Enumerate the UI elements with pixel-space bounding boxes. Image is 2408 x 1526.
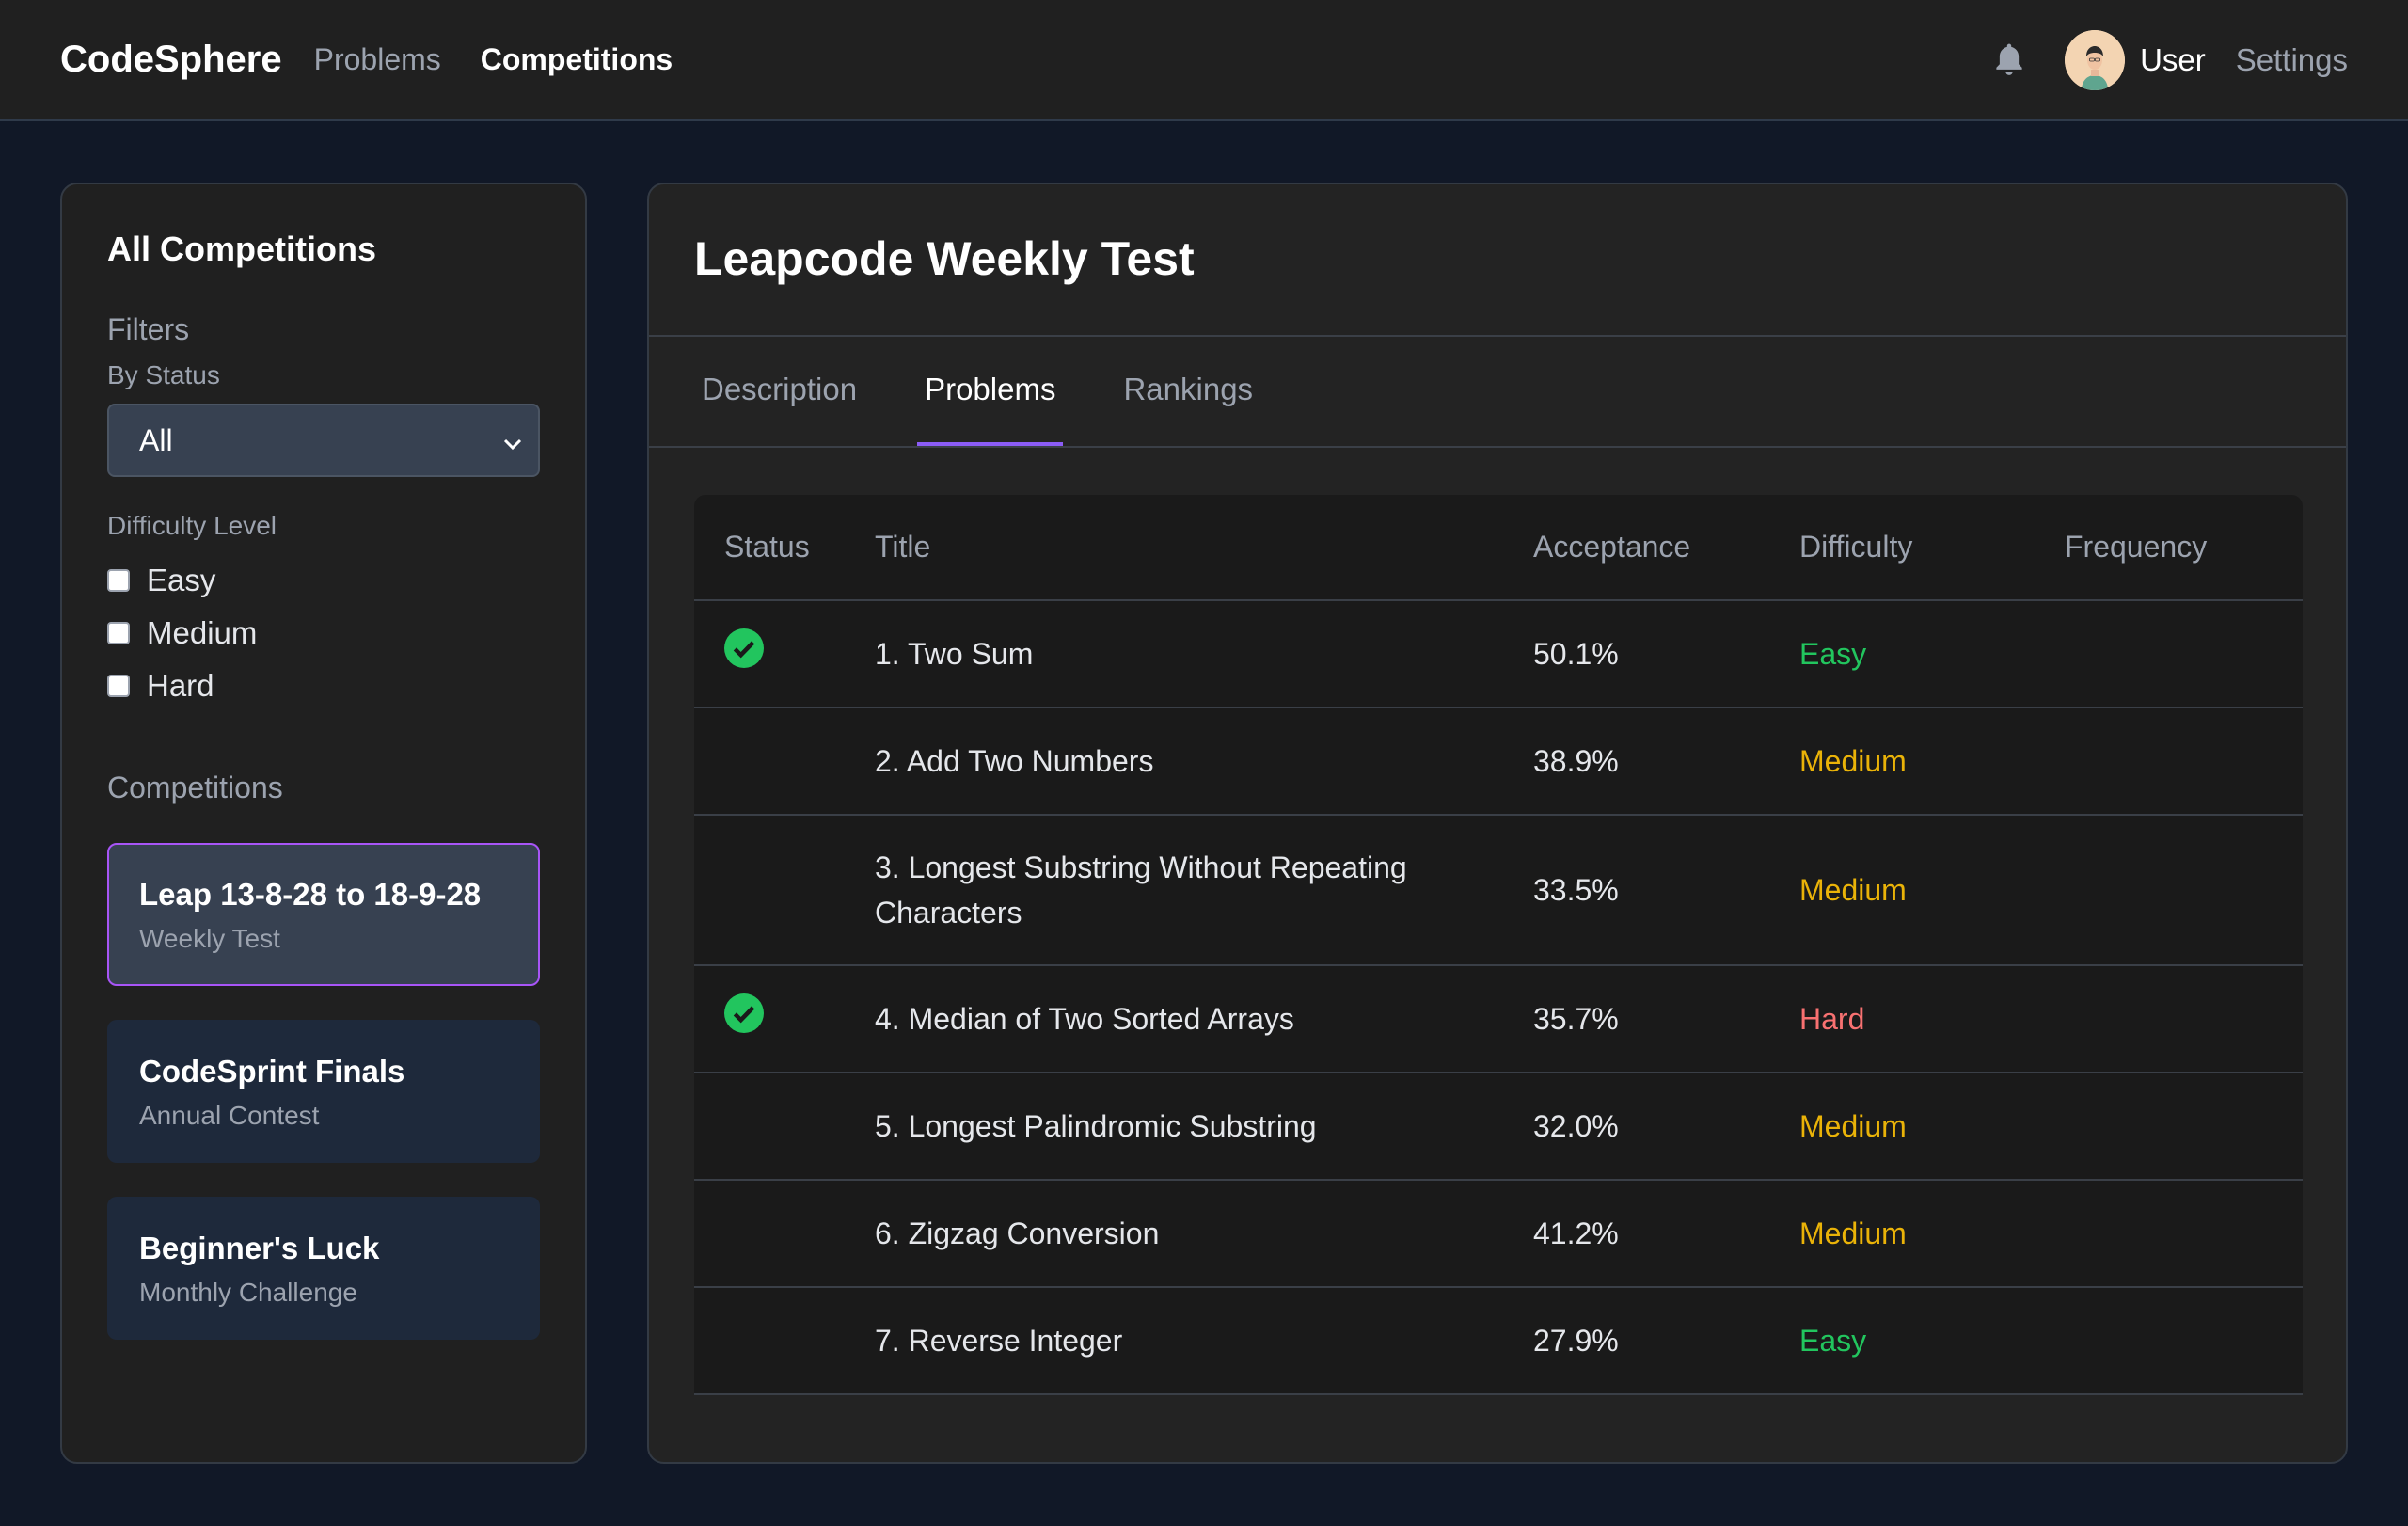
frequency-cell [2035,600,2303,708]
brand-logo[interactable]: CodeSphere [60,39,282,81]
easy-checkbox-label: Easy [147,563,216,597]
problem-title[interactable]: 1. Two Sum [845,600,1503,708]
competition-type: Weekly Test [139,924,280,953]
problem-title[interactable]: 5. Longest Palindromic Substring [845,1073,1503,1181]
competition-name: Leap 13-8-28 to 18-9-28 [139,877,482,912]
competition-name: CodeSprint Finals [139,1054,405,1089]
difficulty-label: Medium [1769,1180,2035,1288]
medium-checkbox-label: Medium [147,615,258,650]
competition-card-codesprint[interactable]: CodeSprint Finals Annual Contest [107,1020,540,1163]
status-cell [694,707,845,816]
easy-checkbox[interactable] [107,569,130,592]
status-cell [694,1180,845,1288]
acceptance-rate: 35.7% [1503,965,1769,1073]
status-cell [694,1287,845,1395]
frequency-cell [2035,707,2303,816]
difficulty-option-medium[interactable]: Medium [107,607,540,660]
acceptance-rate: 38.9% [1503,707,1769,816]
column-header-title[interactable]: Title [845,495,1503,601]
table-row[interactable]: 3. Longest Substring Without Repeating C… [694,815,2303,966]
status-cell [694,815,845,966]
competitions-sidebar: All Competitions Filters By Status All D… [60,183,587,1464]
hard-checkbox[interactable] [107,675,130,697]
tab-rankings[interactable]: Rankings [1116,337,1260,446]
nav-link-competitions[interactable]: Competitions [481,42,673,77]
tab-description[interactable]: Description [694,337,864,446]
acceptance-rate: 27.9% [1503,1287,1769,1395]
difficulty-filter-label: Difficulty Level [107,511,277,540]
competition-type: Monthly Challenge [139,1278,357,1307]
difficulty-label: Hard [1769,965,2035,1073]
table-row[interactable]: 2. Add Two Numbers 38.9% Medium [694,707,2303,816]
acceptance-rate: 41.2% [1503,1180,1769,1288]
status-cell [694,600,845,708]
tab-problems[interactable]: Problems [917,337,1064,446]
competition-type: Annual Contest [139,1101,320,1130]
status-filter-select[interactable]: All [107,404,540,477]
column-header-difficulty[interactable]: Difficulty [1769,495,2035,601]
status-filter-label: By Status [107,360,220,389]
acceptance-rate: 32.0% [1503,1073,1769,1181]
competition-header: Leapcode Weekly Test [649,184,2346,337]
status-cell [694,965,845,1073]
column-header-acceptance[interactable]: Acceptance [1503,495,1769,601]
frequency-cell [2035,815,2303,966]
competition-detail-panel: Leapcode Weekly Test Description Problem… [647,183,2348,1464]
column-header-frequency[interactable]: Frequency [2035,495,2303,601]
column-header-status[interactable]: Status [694,495,845,601]
problem-title[interactable]: 6. Zigzag Conversion [845,1180,1503,1288]
sidebar-title: All Competitions [107,230,376,268]
status-cell [694,1073,845,1181]
difficulty-label: Easy [1769,1287,2035,1395]
page-title: Leapcode Weekly Test [694,232,1195,285]
status-filter-value: All [139,422,173,457]
settings-link[interactable]: Settings [2236,42,2348,78]
competition-card-beginners-luck[interactable]: Beginner's Luck Monthly Challenge [107,1197,540,1340]
table-row[interactable]: 7. Reverse Integer 27.9% Easy [694,1287,2303,1395]
bell-icon[interactable] [1988,39,2031,82]
frequency-cell [2035,1287,2303,1395]
competitions-heading: Competitions [107,771,283,804]
difficulty-option-hard[interactable]: Hard [107,660,540,712]
acceptance-rate: 33.5% [1503,815,1769,966]
solved-check-icon [724,993,764,1033]
hard-checkbox-label: Hard [147,668,214,703]
frequency-cell [2035,1180,2303,1288]
nav-link-problems[interactable]: Problems [314,42,441,77]
medium-checkbox[interactable] [107,622,130,644]
problem-title[interactable]: 7. Reverse Integer [845,1287,1503,1395]
problem-title[interactable]: 2. Add Two Numbers [845,707,1503,816]
filters-heading: Filters [107,312,190,346]
difficulty-label: Easy [1769,600,2035,708]
acceptance-rate: 50.1% [1503,600,1769,708]
problems-table: Status Title Acceptance Difficulty Frequ… [694,495,2303,1395]
competition-card-leap[interactable]: Leap 13-8-28 to 18-9-28 Weekly Test [107,843,540,986]
table-row[interactable]: 1. Two Sum 50.1% Easy [694,600,2303,708]
problems-table-container: Status Title Acceptance Difficulty Frequ… [694,495,2303,1395]
difficulty-option-easy[interactable]: Easy [107,554,540,607]
table-row[interactable]: 4. Median of Two Sorted Arrays 35.7% Har… [694,965,2303,1073]
table-row[interactable]: 6. Zigzag Conversion 41.2% Medium [694,1180,2303,1288]
solved-check-icon [724,628,764,668]
user-menu-label[interactable]: User [2140,42,2206,78]
table-row[interactable]: 5. Longest Palindromic Substring 32.0% M… [694,1073,2303,1181]
frequency-cell [2035,965,2303,1073]
chevron-down-icon [502,423,523,458]
avatar-icon[interactable] [2065,29,2126,90]
difficulty-label: Medium [1769,707,2035,816]
top-navbar: CodeSphere Problems Competitions User Se… [0,0,2408,121]
table-header-row: Status Title Acceptance Difficulty Frequ… [694,495,2303,601]
difficulty-label: Medium [1769,815,2035,966]
problem-title[interactable]: 4. Median of Two Sorted Arrays [845,965,1503,1073]
difficulty-label: Medium [1769,1073,2035,1181]
competition-name: Beginner's Luck [139,1231,380,1265]
problem-title[interactable]: 3. Longest Substring Without Repeating C… [845,815,1503,966]
frequency-cell [2035,1073,2303,1181]
competition-tabs: Description Problems Rankings [649,337,2346,448]
